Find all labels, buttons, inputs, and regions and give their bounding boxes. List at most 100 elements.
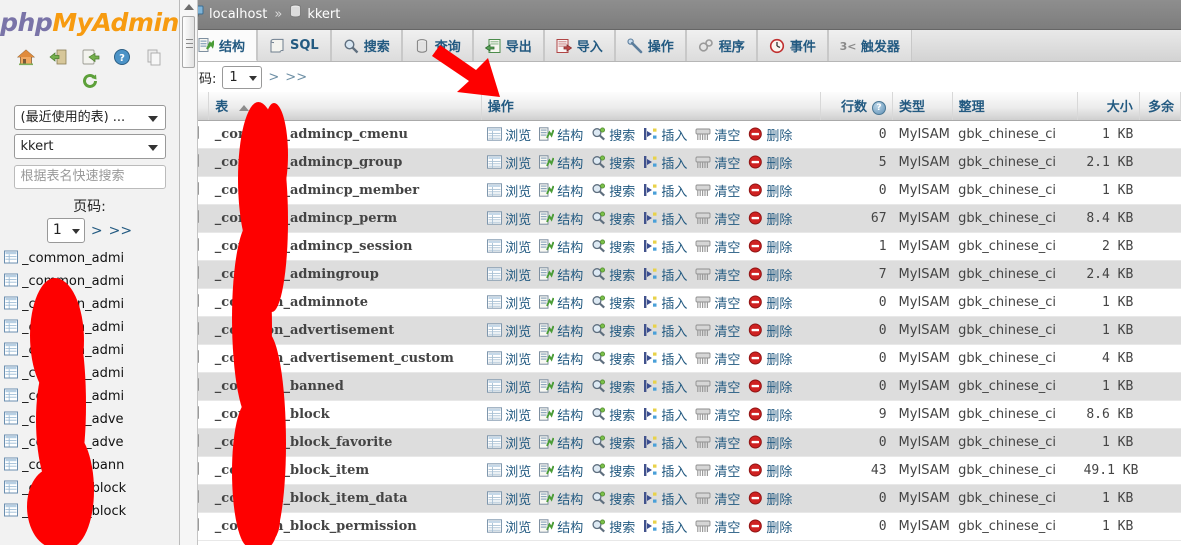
action-browse[interactable]: 浏览 xyxy=(487,461,536,480)
action-insert[interactable]: 插入 xyxy=(643,125,692,144)
table-row[interactable]: _common_block 浏览 结构 搜索 插入 清空 删除 9 MyISAM gbk_chin… xyxy=(180,400,1181,429)
action-browse[interactable]: 浏览 xyxy=(487,293,536,312)
row-table-name[interactable]: _common_admincp_group xyxy=(208,148,482,177)
action-search[interactable]: 搜索 xyxy=(591,433,640,452)
row-table-name[interactable]: _common_adminnote xyxy=(208,288,482,317)
row-table-name[interactable]: _common_admincp_member xyxy=(208,176,482,205)
action-drop[interactable]: 删除 xyxy=(748,293,797,312)
action-browse[interactable]: 浏览 xyxy=(487,377,536,396)
action-insert[interactable]: 插入 xyxy=(643,321,692,340)
scrollbar-thumb[interactable] xyxy=(182,16,195,68)
action-search[interactable]: 搜索 xyxy=(591,209,640,228)
row-table-name[interactable]: _common_block_permission xyxy=(208,512,482,541)
phpmyadmin-logo[interactable]: phpMyAdmin xyxy=(0,0,179,41)
action-drop[interactable]: 删除 xyxy=(748,517,797,536)
database-select[interactable]: kkert xyxy=(13,134,166,159)
action-empty[interactable]: 清空 xyxy=(695,125,745,144)
action-structure[interactable]: 结构 xyxy=(539,181,588,200)
tab-triggers[interactable]: 3< 触发器 xyxy=(827,30,912,61)
row-table-name[interactable]: _common_block_item_data xyxy=(208,484,482,513)
tab-export[interactable]: 导出 xyxy=(472,30,544,61)
action-structure[interactable]: 结构 xyxy=(539,153,588,172)
next-page-link[interactable]: > xyxy=(268,70,279,85)
row-table-name[interactable]: _common_advertisement xyxy=(208,316,482,345)
sidebar-next-page-link[interactable]: > xyxy=(91,223,103,239)
action-drop[interactable]: 删除 xyxy=(748,181,797,200)
table-row[interactable]: _common_admincp_perm 浏览 结构 搜索 插入 清空 删除 67 MyISAM… xyxy=(180,204,1181,233)
action-empty[interactable]: 清空 xyxy=(695,433,745,452)
action-structure[interactable]: 结构 xyxy=(539,209,588,228)
row-table-name[interactable]: _common_banned xyxy=(208,372,482,401)
table-row[interactable]: _common_admincp_group 浏览 结构 搜索 插入 清空 删除 5 MyISAM… xyxy=(180,148,1181,177)
sidebar-table-item[interactable]: _common_admi xyxy=(4,293,179,316)
action-search[interactable]: 搜索 xyxy=(591,293,640,312)
action-empty[interactable]: 清空 xyxy=(695,237,745,256)
action-structure[interactable]: 结构 xyxy=(539,377,588,396)
action-search[interactable]: 搜索 xyxy=(591,377,640,396)
rows-help-icon[interactable]: ? xyxy=(872,100,887,115)
action-browse[interactable]: 浏览 xyxy=(487,405,536,424)
action-browse[interactable]: 浏览 xyxy=(487,433,536,452)
action-search[interactable]: 搜索 xyxy=(591,461,640,480)
table-row[interactable]: _common_admingroup 浏览 结构 搜索 插入 清空 删除 7 MyISAM gbk… xyxy=(180,260,1181,289)
table-row[interactable]: _common_block_favorite 浏览 结构 搜索 插入 清空 删除 0 MyISA… xyxy=(180,428,1181,457)
breadcrumb-server[interactable]: localhost xyxy=(209,0,267,30)
action-structure[interactable]: 结构 xyxy=(539,461,588,480)
action-search[interactable]: 搜索 xyxy=(591,321,640,340)
action-drop[interactable]: 删除 xyxy=(748,405,797,424)
action-empty[interactable]: 清空 xyxy=(695,209,745,228)
scroll-up-arrow-icon[interactable] xyxy=(183,4,194,10)
action-search[interactable]: 搜索 xyxy=(591,489,640,508)
action-empty[interactable]: 清空 xyxy=(695,489,745,508)
row-table-name[interactable]: _common_block xyxy=(208,400,482,429)
row-table-name[interactable]: _common_advertisement_custom xyxy=(208,344,482,373)
sidebar-table-item[interactable]: _common_admi xyxy=(4,339,179,362)
table-row[interactable]: _common_admincp_member 浏览 结构 搜索 插入 清空 删除 0 MyISA… xyxy=(180,176,1181,205)
action-empty[interactable]: 清空 xyxy=(695,405,745,424)
action-insert[interactable]: 插入 xyxy=(643,237,692,256)
action-drop[interactable]: 删除 xyxy=(748,125,797,144)
action-search[interactable]: 搜索 xyxy=(591,405,640,424)
tab-events[interactable]: 事件 xyxy=(756,30,828,61)
page-number-select[interactable]: 1 xyxy=(222,66,263,89)
sidebar-table-item[interactable]: _common_admi xyxy=(4,362,179,385)
recent-tables-select[interactable]: (最近使用的表) ... xyxy=(13,105,166,130)
table-row[interactable]: _common_adminnote 浏览 结构 搜索 插入 清空 删除 0 MyISAM gbk_… xyxy=(180,288,1181,317)
reload-icon[interactable] xyxy=(81,73,99,93)
table-row[interactable]: _common_advertisement 浏览 结构 搜索 插入 清空 删除 0 MyISAM… xyxy=(180,316,1181,345)
action-browse[interactable]: 浏览 xyxy=(487,125,536,144)
action-browse[interactable]: 浏览 xyxy=(487,349,536,368)
action-drop[interactable]: 删除 xyxy=(748,265,797,284)
action-insert[interactable]: 插入 xyxy=(643,265,692,284)
table-row[interactable]: _common_admincp_session 浏览 结构 搜索 插入 清空 删除 1 MyIS… xyxy=(180,232,1181,261)
action-empty[interactable]: 清空 xyxy=(695,349,745,368)
action-drop[interactable]: 删除 xyxy=(748,349,797,368)
action-browse[interactable]: 浏览 xyxy=(487,321,536,340)
header-collation[interactable]: 整理 xyxy=(952,92,1079,121)
action-insert[interactable]: 插入 xyxy=(643,349,692,368)
action-structure[interactable]: 结构 xyxy=(539,433,588,452)
action-drop[interactable]: 删除 xyxy=(748,237,797,256)
tab-search[interactable]: 搜索 xyxy=(330,30,402,61)
table-row[interactable]: _common_banned 浏览 结构 搜索 插入 清空 删除 0 MyISAM gbk_chi… xyxy=(180,372,1181,401)
tab-sql[interactable]: SQL xyxy=(257,30,331,61)
sidebar-table-item[interactable]: _common_admi xyxy=(4,385,179,408)
action-structure[interactable]: 结构 xyxy=(539,293,588,312)
breadcrumb-database[interactable]: kkert xyxy=(307,0,340,30)
action-browse[interactable]: 浏览 xyxy=(487,265,536,284)
tab-routines[interactable]: 程序 xyxy=(685,30,757,61)
header-table-name[interactable]: 表 xyxy=(208,92,482,121)
action-structure[interactable]: 结构 xyxy=(539,405,588,424)
action-drop[interactable]: 删除 xyxy=(748,321,797,340)
sidebar-table-item[interactable]: _common_block xyxy=(4,477,179,500)
logout-icon[interactable] xyxy=(48,47,68,67)
action-search[interactable]: 搜索 xyxy=(591,349,640,368)
action-structure[interactable]: 结构 xyxy=(539,265,588,284)
action-browse[interactable]: 浏览 xyxy=(487,237,536,256)
action-search[interactable]: 搜索 xyxy=(591,237,640,256)
action-structure[interactable]: 结构 xyxy=(539,321,588,340)
sidebar-scrollbar[interactable] xyxy=(180,0,198,545)
action-empty[interactable]: 清空 xyxy=(695,461,745,480)
action-empty[interactable]: 清空 xyxy=(695,293,745,312)
last-page-link[interactable]: >> xyxy=(285,70,307,85)
